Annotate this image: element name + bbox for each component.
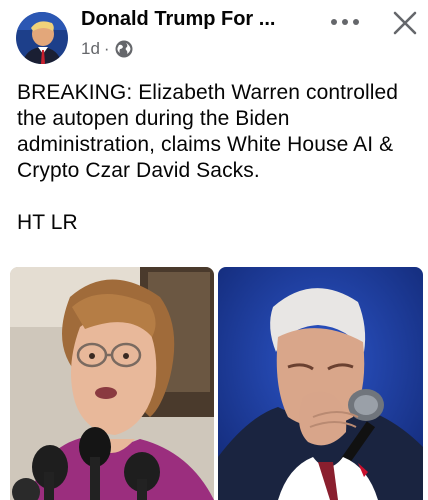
globe-icon: [115, 40, 133, 58]
post-text-ht: HT LR: [17, 211, 78, 234]
post-time[interactable]: 1d: [81, 39, 100, 59]
avatar-image: [16, 12, 68, 64]
post-text: BREAKING: Elizabeth Warren controlled th…: [17, 80, 417, 236]
photo-right[interactable]: [218, 267, 423, 500]
photo-left[interactable]: [10, 267, 214, 500]
post-text-main: BREAKING: Elizabeth Warren controlled th…: [17, 81, 399, 182]
close-icon: [393, 11, 417, 35]
more-options-icon: [331, 19, 359, 25]
author-avatar[interactable]: [16, 12, 68, 64]
photo-warren: [10, 267, 214, 500]
meta-separator: ·: [103, 39, 110, 58]
more-options-button[interactable]: [326, 8, 364, 36]
photo-biden: [218, 267, 423, 500]
post-meta: 1d ·: [81, 39, 134, 59]
author-name[interactable]: Donald Trump For ...: [81, 8, 275, 31]
close-button[interactable]: [388, 6, 422, 40]
post-header: Donald Trump For ... 1d ·: [0, 0, 428, 70]
